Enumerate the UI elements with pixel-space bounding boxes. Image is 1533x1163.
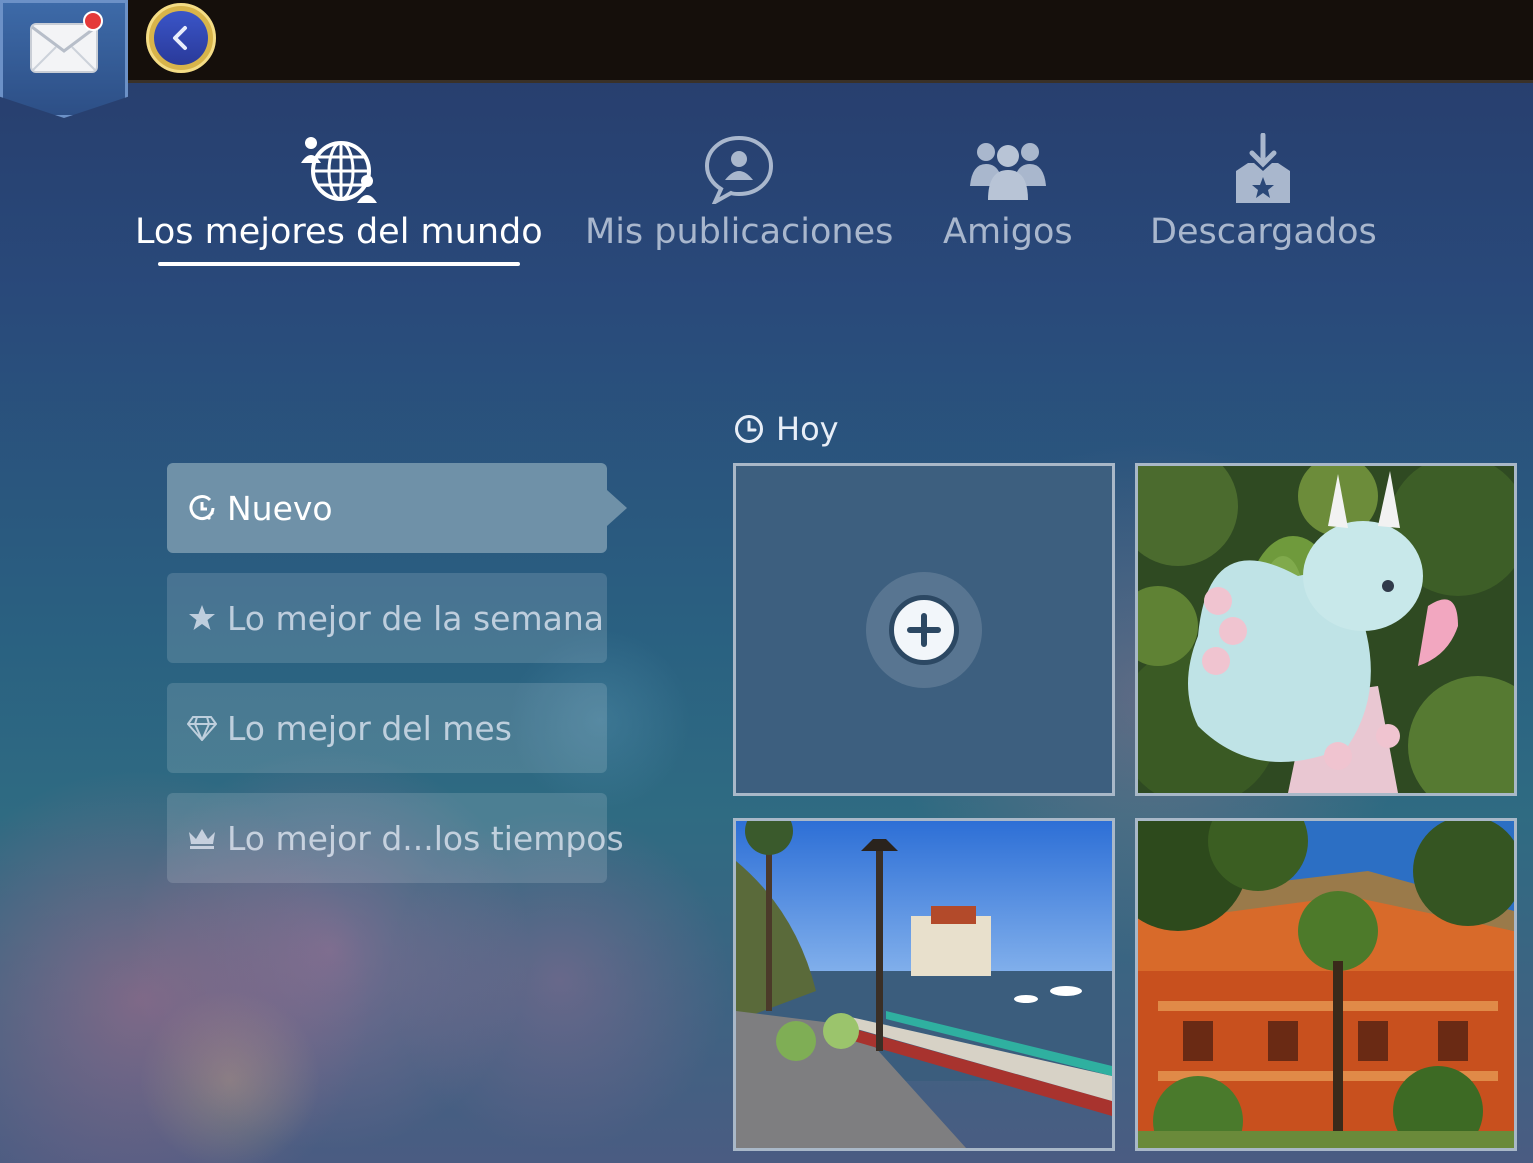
back-button[interactable] xyxy=(146,3,216,73)
tab-los-mejores-del-mundo[interactable]: Los mejores del mundo xyxy=(135,130,543,266)
filter-lo-mejor-de-la-semana[interactable]: Lo mejor de la semana xyxy=(167,573,607,663)
user-speech-bubble-icon xyxy=(705,135,774,204)
tab-icon-wrap xyxy=(1232,130,1294,208)
diamond-icon xyxy=(187,713,217,743)
filter-label: Lo mejor de la semana xyxy=(227,598,604,638)
tab-mis-publicaciones[interactable]: Mis publicaciones xyxy=(585,130,893,252)
crown-icon xyxy=(187,823,217,853)
mail-button[interactable] xyxy=(0,0,128,118)
tab-descargados[interactable]: Descargados xyxy=(1150,130,1377,252)
plus-icon xyxy=(907,612,941,647)
filter-label: Nuevo xyxy=(227,488,333,528)
dragon-figurine-photo xyxy=(1138,466,1514,793)
back-button-face xyxy=(154,11,208,65)
add-photo-tile[interactable] xyxy=(733,463,1115,796)
tab-label: Descargados xyxy=(1150,212,1377,252)
section-title: Hoy xyxy=(734,410,839,448)
orange-building-photo xyxy=(1138,821,1514,1148)
friends-group-icon xyxy=(969,143,1046,200)
tab-icon-wrap xyxy=(703,130,775,208)
download-tray-star-icon xyxy=(1236,133,1291,203)
tab-icon-wrap xyxy=(299,130,379,208)
envelope-icon xyxy=(30,23,98,73)
chevron-left-icon xyxy=(173,26,187,50)
active-tab-underline xyxy=(157,262,520,266)
tab-amigos[interactable]: Amigos xyxy=(943,130,1073,252)
filter-label: Lo mejor del mes xyxy=(227,708,512,748)
add-button[interactable] xyxy=(889,594,959,665)
tab-label: Mis publicaciones xyxy=(585,212,894,252)
tab-icon-wrap xyxy=(969,130,1046,208)
filter-label: Lo mejor d...los tiempos xyxy=(227,818,624,858)
tab-label: Los mejores del mundo xyxy=(135,212,543,252)
top-bar xyxy=(0,0,1533,83)
photo-tile-dragon-figurine[interactable] xyxy=(1135,463,1517,796)
star-icon xyxy=(187,603,217,633)
add-button-ring xyxy=(866,571,982,688)
harbor-promenade-photo xyxy=(736,821,1112,1148)
section-title-text: Hoy xyxy=(776,410,839,448)
photo-tile-harbor-promenade[interactable] xyxy=(733,818,1115,1151)
filter-lo-mejor-del-mes[interactable]: Lo mejor del mes xyxy=(167,683,607,773)
clock-refresh-icon xyxy=(187,493,217,523)
tab-label: Amigos xyxy=(943,212,1073,252)
notification-dot xyxy=(83,11,103,31)
photo-tile-orange-building[interactable] xyxy=(1135,818,1517,1151)
filter-nuevo[interactable]: Nuevo xyxy=(167,463,627,553)
clock-icon xyxy=(735,415,763,443)
filter-lo-mejor-de-todos-los-tiempos[interactable]: Lo mejor d...los tiempos xyxy=(167,793,624,883)
globe-users-icon xyxy=(300,137,377,203)
